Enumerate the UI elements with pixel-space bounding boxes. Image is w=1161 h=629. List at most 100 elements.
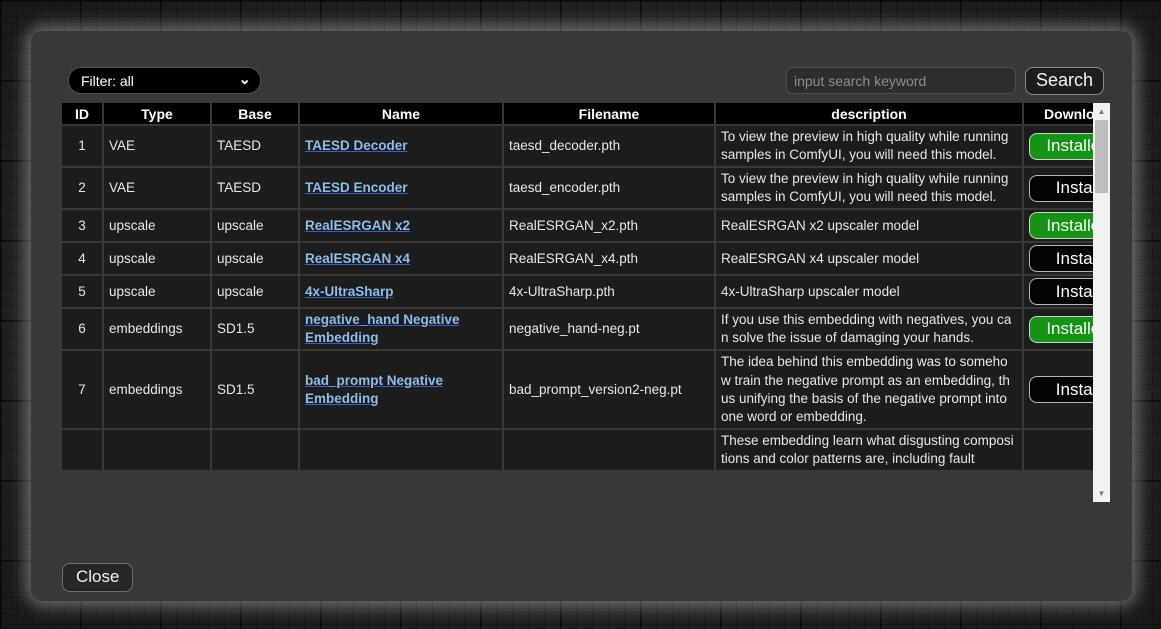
table-row: 4upscaleupscaleRealESRGAN x4RealESRGAN_x… xyxy=(62,243,1093,274)
cell-id: 2 xyxy=(62,168,102,208)
models-table: IDTypeBaseNameFilenamedescriptionDownloa… xyxy=(62,103,1093,472)
filter-select-wrap: Filter: all ⌄ xyxy=(68,67,261,94)
cell-description: 4x-UltraSharp upscaler model xyxy=(716,276,1022,307)
close-button[interactable]: Close xyxy=(62,563,133,592)
table-row: 3upscaleupscaleRealESRGAN x2RealESRGAN_x… xyxy=(62,210,1093,241)
column-header-filename: Filename xyxy=(504,103,714,124)
install-button[interactable]: Install xyxy=(1029,245,1093,272)
cell-filename: negative_hand-neg.pt xyxy=(504,309,714,349)
table-scrollbar[interactable]: ▲ ▼ xyxy=(1093,103,1110,502)
cell-type: VAE xyxy=(104,126,210,166)
column-header-id: ID xyxy=(62,103,102,124)
cell-filename: RealESRGAN_x2.pth xyxy=(504,210,714,241)
install-button[interactable]: Install xyxy=(1029,376,1093,403)
cell-id: 6 xyxy=(62,309,102,349)
cell-download: Install xyxy=(1024,243,1093,274)
cell-filename: taesd_encoder.pth xyxy=(504,168,714,208)
dialog-topbar: Filter: all ⌄ Search xyxy=(68,66,1104,95)
cell-name: RealESRGAN x4 xyxy=(300,243,502,274)
table-row: 6embeddingsSD1.5negative_hand Negative E… xyxy=(62,309,1093,349)
cell-description: To view the preview in high quality whil… xyxy=(716,168,1022,208)
cell-download: Install xyxy=(1024,351,1093,427)
cell-description: RealESRGAN x4 upscaler model xyxy=(716,243,1022,274)
cell-description: The idea behind this embedding was to so… xyxy=(716,351,1022,427)
scroll-up-arrow-icon[interactable]: ▲ xyxy=(1093,103,1110,120)
cell-description: To view the preview in high quality whil… xyxy=(716,126,1022,166)
model-name-link[interactable]: TAESD Encoder xyxy=(305,180,408,195)
cell-base: upscale xyxy=(212,276,298,307)
table-row: These embedding learn what disgusting co… xyxy=(62,430,1093,470)
cell-download: Installed xyxy=(1024,309,1093,349)
cell-name: TAESD Decoder xyxy=(300,126,502,166)
cell-base: TAESD xyxy=(212,126,298,166)
cell-type: VAE xyxy=(104,168,210,208)
column-header-type: Type xyxy=(104,103,210,124)
cell-filename: 4x-UltraSharp.pth xyxy=(504,276,714,307)
model-name-link[interactable]: RealESRGAN x4 xyxy=(305,251,410,266)
table-header-row: IDTypeBaseNameFilenamedescriptionDownloa… xyxy=(62,103,1093,124)
search-group: Search xyxy=(786,67,1104,95)
cell-name xyxy=(300,430,502,470)
model-table-body: 1VAETAESDTAESD Decodertaesd_decoder.pthT… xyxy=(62,126,1093,470)
table-row: 1VAETAESD TAESD Decoder taesd_decoder.pthT… xyxy=(62,126,1093,166)
table-row: 7embeddingsSD1.5bad_prompt Negative Embe… xyxy=(62,351,1093,427)
cell-type: upscale xyxy=(104,210,210,241)
filter-select[interactable]: Filter: all xyxy=(68,67,261,94)
cell-id: 3 xyxy=(62,210,102,241)
scroll-down-arrow-icon[interactable]: ▼ xyxy=(1093,485,1110,502)
model-name-link[interactable]: negative_hand Negative Embedding xyxy=(305,312,460,345)
cell-download xyxy=(1024,430,1093,470)
cell-filename: bad_prompt_version2-neg.pt xyxy=(504,351,714,427)
cell-base: SD1.5 xyxy=(212,351,298,427)
cell-filename xyxy=(504,430,714,470)
model-name-link[interactable]: RealESRGAN x2 xyxy=(305,218,410,233)
cell-download: Install xyxy=(1024,168,1093,208)
column-header-description: description xyxy=(716,103,1022,124)
models-table-viewport: IDTypeBaseNameFilenamedescriptionDownloa… xyxy=(62,103,1093,502)
installed-button[interactable]: Installed xyxy=(1029,212,1093,239)
cell-download: Installed xyxy=(1024,126,1093,166)
cell-base xyxy=(212,430,298,470)
column-header-base: Base xyxy=(212,103,298,124)
column-header-name: Name xyxy=(300,103,502,124)
cell-type xyxy=(104,430,210,470)
cell-base: upscale xyxy=(212,243,298,274)
cell-filename: taesd_decoder.pth xyxy=(504,126,714,166)
cell-id: 1 xyxy=(62,126,102,166)
cell-name: negative_hand Negative Embedding xyxy=(300,309,502,349)
search-input[interactable] xyxy=(786,67,1016,94)
cell-type: embeddings xyxy=(104,309,210,349)
cell-base: TAESD xyxy=(212,168,298,208)
cell-filename: RealESRGAN_x4.pth xyxy=(504,243,714,274)
cell-description: If you use this embedding with negatives… xyxy=(716,309,1022,349)
column-header-download: Download xyxy=(1024,103,1093,124)
cell-description: RealESRGAN x2 upscaler model xyxy=(716,210,1022,241)
model-name-link[interactable]: 4x-UltraSharp xyxy=(305,284,394,299)
cell-base: upscale xyxy=(212,210,298,241)
cell-download: Install xyxy=(1024,276,1093,307)
cell-type: upscale xyxy=(104,276,210,307)
model-name-link[interactable]: TAESD Decoder xyxy=(305,138,408,153)
cell-base: SD1.5 xyxy=(212,309,298,349)
model-manager-dialog: Filter: all ⌄ Search IDTypeBaseNameFilen… xyxy=(31,31,1132,601)
scrollbar-thumb[interactable] xyxy=(1095,120,1108,193)
installed-button[interactable]: Installed xyxy=(1029,316,1093,343)
cell-id: 5 xyxy=(62,276,102,307)
table-row: 2VAETAESD TAESD Encoder taesd_encoder.pthT… xyxy=(62,168,1093,208)
installed-button[interactable]: Installed xyxy=(1029,133,1093,160)
cell-name: 4x-UltraSharp xyxy=(300,276,502,307)
cell-id xyxy=(62,430,102,470)
cell-type: upscale xyxy=(104,243,210,274)
cell-name: TAESD Encoder xyxy=(300,168,502,208)
cell-download: Installed xyxy=(1024,210,1093,241)
models-table-zone: IDTypeBaseNameFilenamedescriptionDownloa… xyxy=(62,103,1110,502)
cell-type: embeddings xyxy=(104,351,210,427)
cell-name: bad_prompt Negative Embedding xyxy=(300,351,502,427)
install-button[interactable]: Install xyxy=(1029,278,1093,305)
install-button[interactable]: Install xyxy=(1029,175,1093,202)
cell-description: These embedding learn what disgusting co… xyxy=(716,430,1022,470)
cell-id: 7 xyxy=(62,351,102,427)
search-button[interactable]: Search xyxy=(1025,67,1104,95)
cell-name: RealESRGAN x2 xyxy=(300,210,502,241)
model-name-link[interactable]: bad_prompt Negative Embedding xyxy=(305,373,443,406)
